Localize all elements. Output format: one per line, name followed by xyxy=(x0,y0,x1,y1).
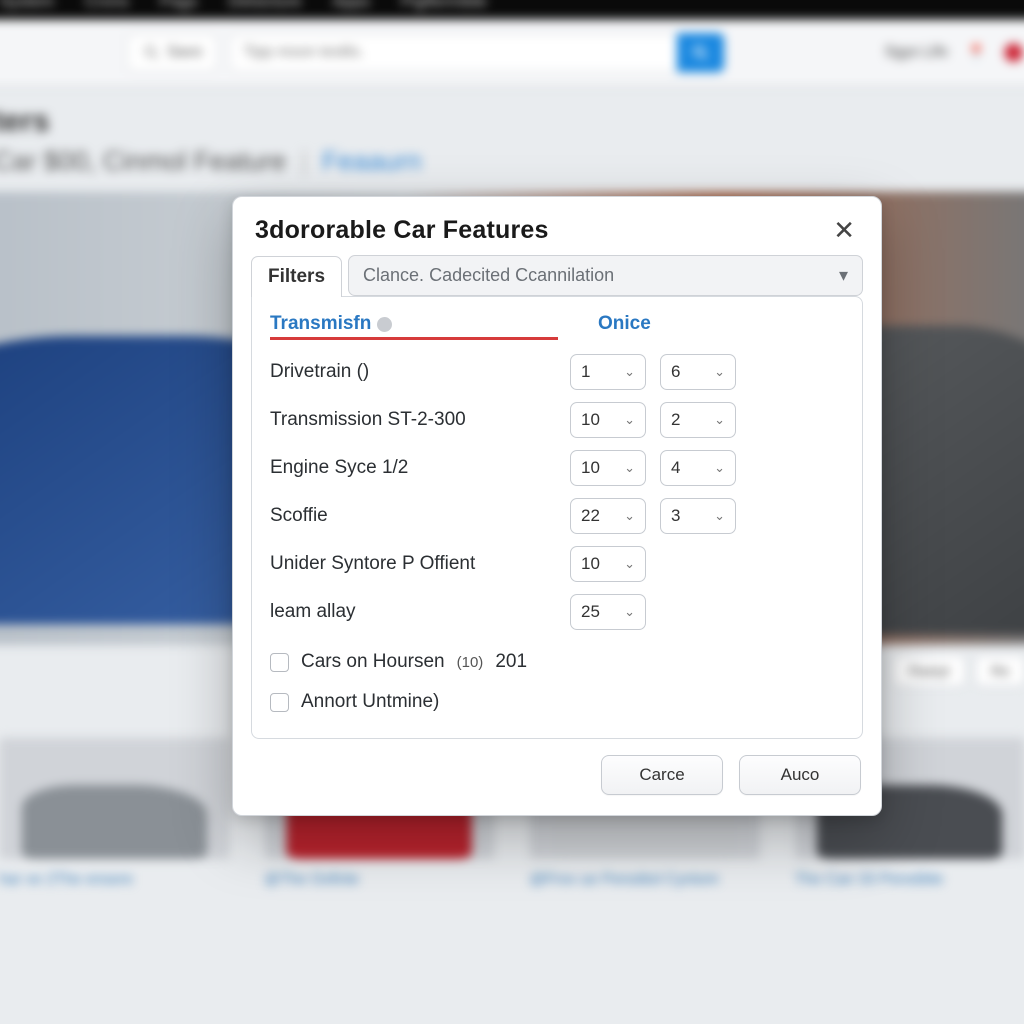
section-header-onice[interactable]: Onice xyxy=(598,313,651,340)
filter-label: Engine Syce 1/2 xyxy=(270,457,570,479)
category-select[interactable]: Clance. Cadecited Ccannilation ▾ xyxy=(348,255,863,296)
apply-button[interactable]: Auco xyxy=(739,755,861,795)
column-headers: Transmisfn Onice xyxy=(270,313,844,340)
filter-select-max[interactable]: 3⌄ xyxy=(660,498,736,534)
chevron-down-icon: ⌄ xyxy=(624,460,635,476)
select-value: 1 xyxy=(581,362,590,382)
filter-row: leam allay 25 ⌄ xyxy=(270,588,844,636)
select-value: 4 xyxy=(671,458,680,478)
chevron-down-icon: ⌄ xyxy=(624,604,635,620)
checkbox-label: Cars on Hoursen xyxy=(301,651,445,673)
select-value: 10 xyxy=(581,554,600,574)
modal-tabs: Filters Clance. Cadecited Ccannilation ▾ xyxy=(233,255,881,296)
checkbox-row[interactable]: Annort Untmine) xyxy=(270,682,844,722)
modal-overlay: 3dororable Car Features ✕ Filters Clance… xyxy=(0,0,1024,1024)
select-value: 6 xyxy=(671,362,680,382)
select-value: 2 xyxy=(671,410,680,430)
select-value: 3 xyxy=(671,506,680,526)
checkbox[interactable] xyxy=(270,693,289,712)
select-value: 25 xyxy=(581,602,600,622)
checkbox-count: (10) xyxy=(457,654,484,671)
chevron-down-icon: ⌄ xyxy=(714,412,725,428)
filter-select-min[interactable]: 10 ⌄ xyxy=(570,402,646,438)
filter-row: Engine Syce 1/2 10⌄ 4⌄ xyxy=(270,444,844,492)
filter-select-min[interactable]: 1⌄ xyxy=(570,354,646,390)
filter-label: Unider Syntore P Offient xyxy=(270,553,570,575)
filter-select[interactable]: 25 ⌄ xyxy=(570,594,646,630)
select-value: 10 xyxy=(581,410,600,430)
filter-row: Unider Syntore P Offient 10 ⌄ xyxy=(270,540,844,588)
modal-title: 3dororable Car Features xyxy=(255,216,549,245)
filters-modal: 3dororable Car Features ✕ Filters Clance… xyxy=(232,196,882,816)
filter-label: Scoffie xyxy=(270,505,570,527)
filter-select[interactable]: 10 ⌄ xyxy=(570,546,646,582)
checkbox-row[interactable]: Cars on Hoursen (10) 201 xyxy=(270,642,844,682)
info-icon[interactable] xyxy=(377,317,392,332)
section-header-label: Transmisfn xyxy=(270,313,371,335)
select-value: 10 xyxy=(581,458,600,478)
chevron-down-icon: ⌄ xyxy=(714,508,725,524)
chevron-down-icon: ⌄ xyxy=(624,412,635,428)
select-value: 22 xyxy=(581,506,600,526)
filter-select-min[interactable]: 10 ⌄ xyxy=(570,450,646,486)
checkbox-suffix: 201 xyxy=(495,651,527,673)
filter-rows: Drivetrain () 1⌄ 6⌄ Transmission ST-2-30… xyxy=(270,348,844,636)
checkbox-group: Cars on Hoursen (10) 201 Annort Untmine) xyxy=(270,642,844,722)
chevron-down-icon: ⌄ xyxy=(624,508,635,524)
chevron-down-icon: ▾ xyxy=(839,265,848,286)
filter-row: Transmission ST-2-300 10⌄ 2⌄ xyxy=(270,396,844,444)
modal-header: 3dororable Car Features ✕ xyxy=(233,197,881,255)
filter-select-max[interactable]: 6⌄ xyxy=(660,354,736,390)
filter-row: Scoffie 22⌄ 3⌄ xyxy=(270,492,844,540)
filters-panel: Transmisfn Onice Drivetrain () 1⌄ 6⌄ Tra… xyxy=(251,296,863,739)
close-icon[interactable]: ✕ xyxy=(829,215,859,245)
filter-label: Transmission ST-2-300 xyxy=(270,409,570,431)
filter-label: leam allay xyxy=(270,601,570,623)
filter-select-min[interactable]: 22 ⌄ xyxy=(570,498,646,534)
chevron-down-icon: ⌄ xyxy=(624,364,635,380)
filter-row: Drivetrain () 1⌄ 6⌄ xyxy=(270,348,844,396)
filter-select-max[interactable]: 4⌄ xyxy=(660,450,736,486)
section-header-transmission[interactable]: Transmisfn xyxy=(270,313,558,340)
checkbox[interactable] xyxy=(270,653,289,672)
chevron-down-icon: ⌄ xyxy=(624,556,635,572)
modal-footer: Carce Auco xyxy=(233,739,881,815)
chevron-down-icon: ⌄ xyxy=(714,364,725,380)
tab-filters[interactable]: Filters xyxy=(251,256,342,297)
cancel-button[interactable]: Carce xyxy=(601,755,723,795)
checkbox-label: Annort Untmine) xyxy=(301,691,439,713)
filter-label: Drivetrain () xyxy=(270,361,570,383)
category-select-value: Clance. Cadecited Ccannilation xyxy=(363,265,614,286)
chevron-down-icon: ⌄ xyxy=(714,460,725,476)
filter-select-max[interactable]: 2⌄ xyxy=(660,402,736,438)
